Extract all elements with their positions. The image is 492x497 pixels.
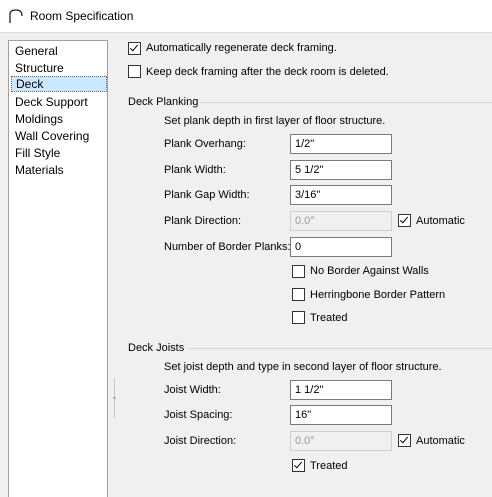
nav-item-general[interactable]: General: [11, 43, 107, 59]
plank-overhang-label: Plank Overhang:: [164, 138, 246, 150]
nav-item-structure[interactable]: Structure: [11, 60, 107, 76]
plank-overhang-input[interactable]: 1/2": [290, 134, 392, 154]
panel-splitter[interactable]: [113, 378, 116, 418]
nav-item-fill-style[interactable]: Fill Style: [11, 145, 107, 161]
app-logo-icon: [9, 9, 23, 23]
keep-framing-checkbox[interactable]: [128, 65, 141, 78]
nav-item-deck[interactable]: Deck: [11, 76, 107, 92]
joist-treated-checkbox[interactable]: [292, 459, 305, 472]
plank-width-input[interactable]: 5 1/2": [290, 160, 392, 180]
herringbone-label: Herringbone Border Pattern: [310, 289, 446, 301]
joists-hint: Set joist depth and type in second layer…: [164, 361, 442, 373]
plank-direction-input: 0.0°: [290, 211, 392, 231]
plank-direction-auto-label: Automatic: [416, 215, 465, 227]
auto-regen-checkbox[interactable]: [128, 42, 141, 55]
window-title: Room Specification: [30, 9, 134, 23]
nav-item-wall-covering[interactable]: Wall Covering: [11, 128, 107, 144]
joist-direction-label: Joist Direction:: [164, 435, 237, 447]
category-list[interactable]: General Structure Deck Deck Support Mold…: [8, 40, 108, 497]
no-border-checkbox[interactable]: [292, 265, 305, 278]
deck-planking-heading: Deck Planking: [128, 96, 199, 108]
plank-treated-label: Treated: [310, 312, 348, 324]
nav-item-deck-support[interactable]: Deck Support: [11, 94, 107, 110]
herringbone-checkbox[interactable]: [292, 288, 305, 301]
border-planks-label: Number of Border Planks:: [164, 241, 291, 253]
plank-gap-input[interactable]: 3/16": [290, 185, 392, 205]
nav-item-moldings[interactable]: Moldings: [11, 111, 107, 127]
no-border-label: No Border Against Walls: [310, 265, 429, 277]
joist-width-input[interactable]: 1 1/2": [290, 380, 392, 400]
joist-direction-auto-label: Automatic: [416, 435, 465, 447]
plank-direction-label: Plank Direction:: [164, 215, 242, 227]
deck-planking-divider: [200, 102, 492, 103]
keep-framing-label: Keep deck framing after the deck room is…: [146, 66, 389, 78]
plank-gap-label: Plank Gap Width:: [164, 189, 250, 201]
joist-width-label: Joist Width:: [164, 384, 221, 396]
joist-treated-label: Treated: [310, 460, 348, 472]
planking-hint: Set plank depth in first layer of floor …: [164, 115, 386, 127]
nav-item-materials[interactable]: Materials: [11, 162, 107, 178]
border-planks-input[interactable]: 0: [290, 237, 392, 257]
plank-treated-checkbox[interactable]: [292, 311, 305, 324]
auto-regen-label: Automatically regenerate deck framing.: [146, 42, 337, 54]
joist-spacing-label: Joist Spacing:: [164, 409, 233, 421]
joist-spacing-input[interactable]: 16": [290, 405, 392, 425]
deck-joists-heading: Deck Joists: [128, 342, 185, 354]
plank-direction-auto-checkbox[interactable]: [398, 214, 411, 227]
plank-width-label: Plank Width:: [164, 164, 226, 176]
title-bar: Room Specification: [0, 0, 492, 33]
joist-direction-input: 0.0°: [290, 431, 392, 451]
deck-joists-divider: [188, 348, 492, 349]
joist-direction-auto-checkbox[interactable]: [398, 434, 411, 447]
